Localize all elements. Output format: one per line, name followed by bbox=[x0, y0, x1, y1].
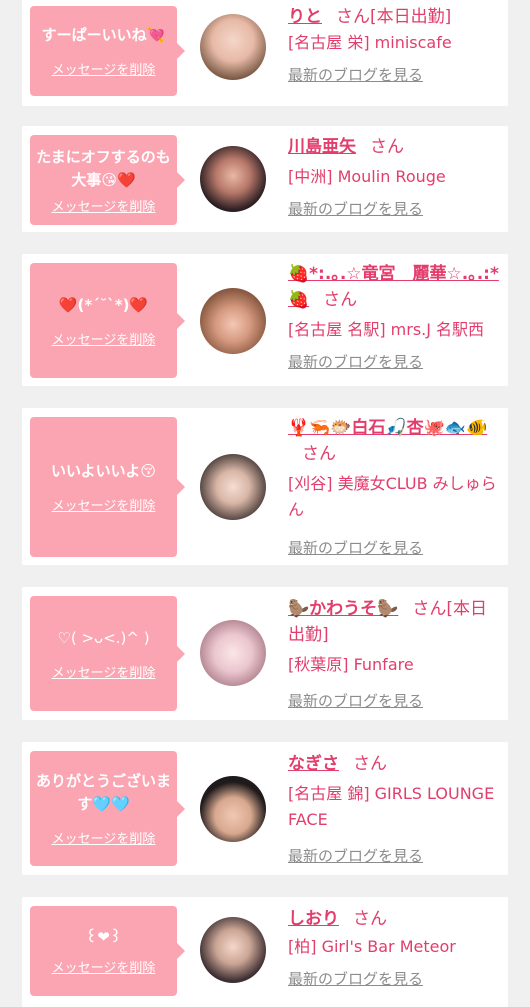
message-text: ꒰❤︎꒱ bbox=[85, 928, 122, 946]
cast-name-link[interactable]: しおり bbox=[288, 909, 339, 929]
status-label: [本日出勤] bbox=[370, 7, 452, 27]
message-bubble: たまにオフするのも大事😘❤️ メッセージを削除 bbox=[30, 135, 185, 225]
message-text: いいよいいよ😚 bbox=[50, 462, 157, 480]
latest-blog-link[interactable]: 最新のブログを見る bbox=[288, 198, 502, 220]
cast-name-link[interactable]: りと bbox=[288, 7, 322, 27]
delete-message-link[interactable]: メッセージを削除 bbox=[52, 329, 156, 348]
avatar[interactable] bbox=[200, 14, 266, 80]
delete-message-link[interactable]: メッセージを削除 bbox=[52, 196, 156, 215]
honorific-label: さん bbox=[302, 444, 336, 464]
message-text: すーぱーいいね💘 bbox=[41, 26, 166, 44]
shop-label: [名古屋 栄] miniscafe bbox=[288, 33, 452, 52]
message-card: いいよいいよ😚 メッセージを削除 🦞🦐🐡白石🎣杏🐙🐟🐠 さん [刈谷] 美魔女CL… bbox=[22, 408, 508, 565]
avatar[interactable] bbox=[200, 146, 266, 212]
delete-message-link[interactable]: メッセージを削除 bbox=[52, 662, 156, 681]
shop-label: [刈谷] 美魔女CLUB みしゅらん bbox=[288, 474, 497, 519]
delete-message-link[interactable]: メッセージを削除 bbox=[52, 957, 156, 976]
latest-blog-link[interactable]: 最新のブログを見る bbox=[288, 968, 502, 990]
avatar[interactable] bbox=[200, 917, 266, 983]
latest-blog-link[interactable]: 最新のブログを見る bbox=[288, 845, 502, 867]
message-bubble: ❤️(*´˘`*)❤️ メッセージを削除 bbox=[30, 263, 185, 378]
shop-label: [柏] Girl's Bar Meteor bbox=[288, 937, 456, 956]
avatar[interactable] bbox=[200, 776, 266, 842]
message-card: すーぱーいいね💘 メッセージを削除 りと さん[本日出勤] [名古屋 栄] min… bbox=[22, 0, 508, 106]
message-card: ♡( >ᴗ<.)^ ) メッセージを削除 🦫かわうそ🦫 さん[本日出勤] [秋葉原… bbox=[22, 587, 508, 720]
cast-name-link[interactable]: なぎさ bbox=[288, 754, 339, 774]
message-bubble: ♡( >ᴗ<.)^ ) メッセージを削除 bbox=[30, 596, 185, 711]
message-card: ありがとうございます🩵🩵 メッセージを削除 なぎさ さん [名古屋 錦] GIRL… bbox=[22, 742, 508, 875]
message-bubble: いいよいいよ😚 メッセージを削除 bbox=[30, 417, 185, 557]
message-bubble: ありがとうございます🩵🩵 メッセージを削除 bbox=[30, 751, 185, 866]
shop-label: [秋葉原] Funfare bbox=[288, 655, 414, 674]
honorific-label: さん bbox=[323, 290, 358, 310]
message-bubble: ꒰❤︎꒱ メッセージを削除 bbox=[30, 906, 185, 996]
avatar[interactable] bbox=[200, 288, 266, 354]
honorific-label: さん bbox=[353, 754, 387, 774]
message-card: ❤️(*´˘`*)❤️ メッセージを削除 🍓*:.｡.☆竜宮 麗華☆.｡.:*🍓… bbox=[22, 254, 508, 386]
shop-label: [中洲] Moulin Rouge bbox=[288, 167, 446, 186]
shop-label: [名古屋 名駅] mrs.J 名駅西 bbox=[288, 320, 485, 339]
honorific-label: さん bbox=[412, 599, 447, 619]
latest-blog-link[interactable]: 最新のブログを見る bbox=[288, 690, 502, 712]
message-card: ꒰❤︎꒱ メッセージを削除 しおり さん [柏] Girl's Bar Meteo… bbox=[22, 897, 508, 1007]
cast-name-link[interactable]: 川島亜矢 bbox=[288, 137, 356, 157]
delete-message-link[interactable]: メッセージを削除 bbox=[52, 495, 156, 514]
latest-blog-link[interactable]: 最新のブログを見る bbox=[288, 537, 502, 559]
honorific-label: さん bbox=[336, 7, 370, 27]
message-text: ♡( >ᴗ<.)^ ) bbox=[57, 628, 150, 647]
delete-message-link[interactable]: メッセージを削除 bbox=[52, 59, 156, 78]
message-text: ❤️(*´˘`*)❤️ bbox=[58, 295, 149, 314]
avatar[interactable] bbox=[200, 620, 266, 686]
message-text: ありがとうございます🩵🩵 bbox=[36, 772, 172, 813]
shop-label: [名古屋 錦] GIRLS LOUNGE FACE bbox=[288, 784, 495, 829]
message-bubble: すーぱーいいね💘 メッセージを削除 bbox=[30, 6, 185, 96]
honorific-label: さん bbox=[370, 137, 404, 157]
message-card: たまにオフするのも大事😘❤️ メッセージを削除 川島亜矢 さん [中洲] Moul… bbox=[22, 126, 508, 232]
cast-name-link[interactable]: 🍓*:.｡.☆竜宮 麗華☆.｡.:*🍓 bbox=[288, 264, 499, 310]
avatar[interactable] bbox=[200, 454, 266, 520]
delete-message-link[interactable]: メッセージを削除 bbox=[52, 828, 156, 847]
latest-blog-link[interactable]: 最新のブログを見る bbox=[288, 351, 502, 373]
message-text: たまにオフするのも大事😘❤️ bbox=[36, 147, 171, 189]
cast-name-link[interactable]: 🦞🦐🐡白石🎣杏🐙🐟🐠 bbox=[288, 418, 487, 438]
honorific-label: さん bbox=[353, 909, 387, 929]
latest-blog-link[interactable]: 最新のブログを見る bbox=[288, 64, 502, 86]
cast-name-link[interactable]: 🦫かわうそ🦫 bbox=[288, 599, 398, 619]
